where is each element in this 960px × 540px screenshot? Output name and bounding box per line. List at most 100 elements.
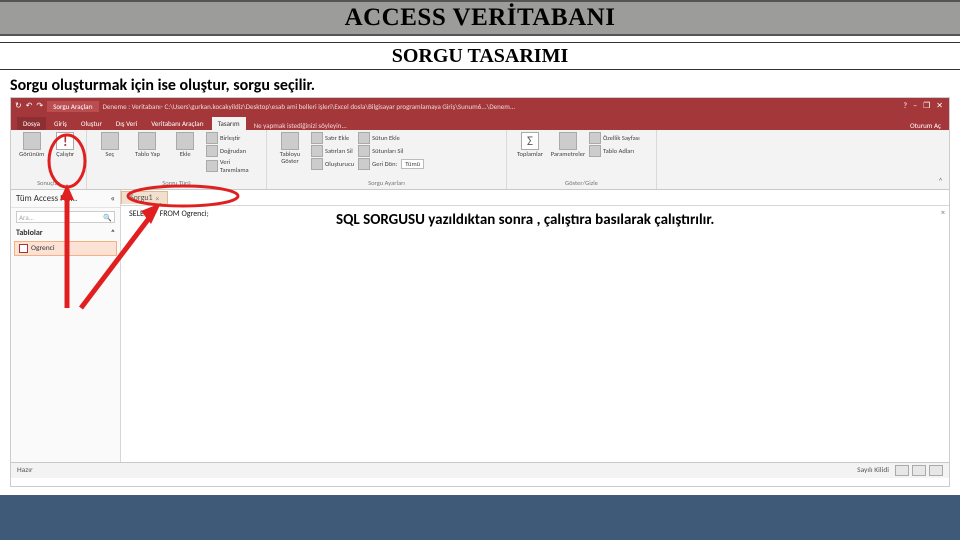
passthrough-label: Doğrudan: [220, 147, 246, 155]
slide-footer-band: [0, 495, 960, 540]
union-button[interactable]: Birleştir: [206, 132, 260, 144]
nav-search-placeholder: Ara...: [19, 213, 34, 222]
tab-olustur[interactable]: Oluştur: [75, 117, 108, 130]
parameters-label: Parametreler: [551, 151, 586, 158]
view-button[interactable]: Görünüm: [17, 132, 47, 158]
ribbon-tabs: Dosya Giriş Oluştur Dış Veri Veritabanı …: [11, 114, 949, 130]
group-querytype-label: Sorgu Türü: [93, 179, 260, 187]
insert-rows-icon: [311, 132, 323, 144]
slide-note: SQL SORGUSU yazıldıktan sonra , çalıştır…: [336, 211, 714, 229]
builder-label: Oluşturucu: [325, 160, 354, 168]
qat-reload-icon[interactable]: ↻: [15, 101, 22, 111]
nav-search-input[interactable]: Ara...: [16, 211, 115, 223]
nav-collapse-icon[interactable]: «: [110, 193, 115, 204]
status-left: Hazır: [17, 466, 33, 475]
parameters-button[interactable]: Parametreler: [551, 132, 585, 158]
qat-redo-icon[interactable]: ↷: [36, 101, 43, 111]
run-button[interactable]: ! Çalıştır: [51, 132, 81, 158]
ribbon: Görünüm ! Çalıştır Sonuçlar Seç Tablo Ya…: [11, 130, 949, 190]
collapse-ribbon-icon[interactable]: ˄: [938, 176, 943, 187]
delete-cols-icon: [358, 145, 370, 157]
slide-lead-text: Sorgu oluşturmak için ise oluştur, sorgu…: [10, 76, 960, 95]
sign-in[interactable]: Oturum Aç: [910, 121, 941, 130]
app-body: Tüm Access Ne... « Ara... Tablolar ˄ Ogr…: [11, 190, 949, 462]
document-tabstrip: Sorgu1 ×: [121, 190, 949, 206]
tab-dosya[interactable]: Dosya: [17, 117, 46, 130]
return-value: Tümü: [401, 159, 424, 169]
datadef-label: Veri Tanımlama: [220, 158, 260, 174]
group-results-label: Sonuçlar: [17, 179, 80, 187]
delete-cols-button[interactable]: Sütunları Sil: [358, 145, 424, 157]
slide-subtitle: SORGU TASARIMI: [392, 45, 569, 68]
showtable-icon: [281, 132, 299, 150]
tell-me[interactable]: Ne yapmak istediğinizi söyleyin...: [254, 121, 347, 130]
propsheet-button[interactable]: Özellik Sayfası: [589, 132, 640, 144]
access-titlebar: ↻ ↶ ↷ Sorgu Araçları Deneme : Veritabanı…: [11, 98, 949, 114]
status-right: Sayılı Kilidi: [857, 466, 889, 475]
document-area: Sorgu1 × SELECT * FROM Ogrenci; ×: [121, 190, 949, 462]
nav-category-tables[interactable]: Tablolar: [16, 228, 43, 238]
view-datasheet-icon[interactable]: [912, 465, 926, 476]
maketable-button[interactable]: Tablo Yap: [131, 132, 165, 158]
append-icon: [176, 132, 194, 150]
nav-category-chevron-icon[interactable]: ˄: [111, 228, 115, 238]
inscols-label: Sütun Ekle: [372, 134, 400, 142]
window-help-icon[interactable]: ?: [903, 101, 907, 111]
window-close-icon[interactable]: ✕: [936, 101, 943, 111]
sql-editor[interactable]: SELECT * FROM Ogrenci; ×: [121, 206, 949, 462]
showtable-label: Tabloyu Göster: [273, 151, 307, 165]
window-minimize-icon[interactable]: –: [913, 101, 917, 111]
delete-rows-button[interactable]: Satırları Sil: [311, 145, 354, 157]
group-showhide-label: Göster/Gizle: [513, 179, 650, 187]
showtable-button[interactable]: Tabloyu Göster: [273, 132, 307, 165]
propsheet-label: Özellik Sayfası: [603, 134, 640, 142]
return-select[interactable]: Geri Dön: Tümü: [358, 158, 424, 170]
passthrough-button[interactable]: Doğrudan: [206, 145, 260, 157]
insert-rows-button[interactable]: Satır Ekle: [311, 132, 354, 144]
view-sqlview-icon[interactable]: [895, 465, 909, 476]
run-label: Çalıştır: [56, 151, 74, 158]
tablenames-button[interactable]: Tablo Adları: [589, 145, 640, 157]
table-icon: [19, 244, 28, 253]
group-querysetup-label: Sorgu Ayarları: [273, 179, 500, 187]
select-label: Seç: [105, 151, 114, 158]
tab-giris[interactable]: Giriş: [48, 117, 73, 130]
status-bar: Hazır Sayılı Kilidi: [11, 462, 949, 478]
view-design-icon[interactable]: [929, 465, 943, 476]
maketable-icon: [138, 132, 156, 150]
delcols-label: Sütunları Sil: [372, 147, 403, 155]
tab-disveri[interactable]: Dış Veri: [110, 117, 143, 130]
union-icon: [206, 132, 218, 144]
nav-item-ogrenci[interactable]: Ogrenci: [14, 241, 117, 256]
totals-label: Toplamlar: [517, 151, 543, 158]
propsheet-icon: [589, 132, 601, 144]
datadef-button[interactable]: Veri Tanımlama: [206, 158, 260, 174]
delete-rows-icon: [311, 145, 323, 157]
tab-tasarim[interactable]: Tasarım: [212, 117, 246, 130]
totals-button[interactable]: ΣToplamlar: [513, 132, 547, 158]
window-restore-icon[interactable]: ❐: [923, 101, 930, 111]
maketable-label: Tablo Yap: [135, 151, 160, 158]
title-path: Deneme : Veritabanı- C:\Users\gurkan.koc…: [103, 102, 516, 111]
sigma-icon: Σ: [521, 132, 539, 150]
tab-vtaraclari[interactable]: Veritabanı Araçları: [145, 117, 209, 130]
doc-tab-close-icon[interactable]: ×: [156, 194, 160, 203]
return-label: Geri Dön:: [372, 160, 397, 168]
builder-icon: [311, 158, 323, 170]
slide-title-bar: ACCESS VERİTABANI: [0, 0, 960, 36]
slide-title: ACCESS VERİTABANI: [345, 4, 616, 32]
insert-cols-button[interactable]: Sütun Ekle: [358, 132, 424, 144]
return-icon: [358, 158, 370, 170]
qat-undo-icon[interactable]: ↶: [26, 101, 33, 111]
tablenames-icon: [589, 145, 601, 157]
pane-close-icon[interactable]: ×: [941, 208, 945, 218]
doc-tab-sorgu1[interactable]: Sorgu1 ×: [121, 191, 168, 204]
builder-button[interactable]: Oluşturucu: [311, 158, 354, 170]
append-button[interactable]: Ekle: [168, 132, 202, 158]
parameters-icon: [559, 132, 577, 150]
insert-cols-icon: [358, 132, 370, 144]
select-query-button[interactable]: Seç: [93, 132, 127, 158]
slide-subtitle-bar: SORGU TASARIMI: [0, 42, 960, 70]
append-label: Ekle: [180, 151, 191, 158]
navigation-pane: Tüm Access Ne... « Ara... Tablolar ˄ Ogr…: [11, 190, 121, 462]
